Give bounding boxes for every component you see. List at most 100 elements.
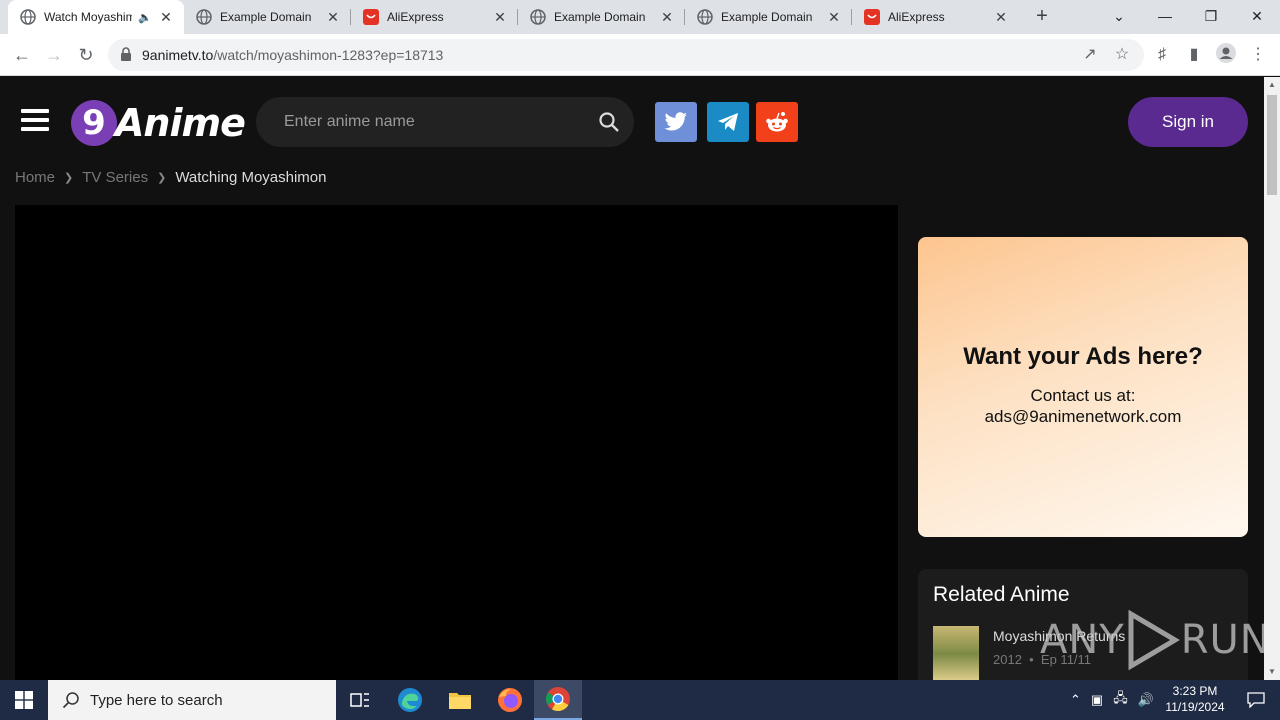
- tab-title: AliExpress: [387, 10, 444, 24]
- globe-icon: [196, 9, 212, 25]
- telegram-icon: [718, 113, 738, 131]
- network-icon[interactable]: 🖧: [1113, 689, 1128, 711]
- reload-icon[interactable]: ↻: [74, 43, 98, 67]
- audio-playing-icon[interactable]: 🔈: [138, 11, 152, 24]
- breadcrumb-home[interactable]: Home: [15, 169, 55, 186]
- ad-title: Want your Ads here?: [963, 343, 1203, 370]
- extensions-puzzle-icon[interactable]: ♯: [1150, 43, 1174, 67]
- tab-title: Example Domain: [220, 10, 312, 24]
- address-bar[interactable]: 9animetv.to/watch/moyashimon-1283?ep=187…: [108, 39, 1144, 71]
- tab-title: Example Domain: [721, 10, 813, 24]
- ad-contact-label: Contact us at:: [1030, 386, 1136, 405]
- url-path: /watch/moyashimon-1283?ep=18713: [213, 47, 444, 63]
- notifications-icon[interactable]: [1232, 680, 1280, 720]
- back-arrow-icon[interactable]: ←: [10, 43, 34, 67]
- globe-icon: [20, 9, 36, 25]
- play-triangle-icon: [1128, 610, 1180, 670]
- browser-menu-icon[interactable]: ⋮: [1246, 43, 1270, 67]
- reddit-button[interactable]: [756, 102, 798, 142]
- file-explorer-icon[interactable]: [436, 680, 484, 720]
- ad-banner[interactable]: Want your Ads here? Contact us at: ads@9a…: [918, 237, 1248, 537]
- search-icon[interactable]: [598, 111, 620, 133]
- taskbar-clock[interactable]: 3:23 PM 11/19/2024: [1160, 683, 1230, 715]
- scroll-up-arrow-icon[interactable]: ▲: [1264, 77, 1280, 93]
- aliexpress-favicon-icon: [864, 9, 880, 25]
- close-window-button[interactable]: ✕: [1234, 0, 1280, 34]
- close-tab-icon[interactable]: ✕: [993, 9, 1009, 26]
- edge-browser-icon[interactable]: [386, 680, 434, 720]
- tab-title: Watch Moyashimon: [44, 10, 133, 24]
- scrollbar-thumb[interactable]: [1267, 95, 1277, 195]
- system-tray: ⌃ ▣ 🖧 🔊: [1070, 680, 1154, 720]
- globe-icon: [530, 9, 546, 25]
- video-player[interactable]: [15, 205, 898, 680]
- logo-digit: 9: [71, 100, 117, 146]
- windows-start-button[interactable]: [0, 680, 48, 720]
- sign-in-button[interactable]: Sign in: [1128, 97, 1248, 147]
- browser-tab-strip: Watch Moyashimon 🔈 ✕ Example Domain ✕ Al…: [0, 0, 1280, 34]
- volume-icon[interactable]: 🔊: [1138, 692, 1154, 708]
- new-tab-button[interactable]: +: [1027, 0, 1057, 34]
- browser-toolbar: ← → ↻ 9animetv.to/watch/moyashimon-1283?…: [0, 34, 1280, 76]
- anime-search-box: [256, 97, 634, 147]
- reddit-icon: [766, 112, 788, 132]
- close-tab-icon[interactable]: ✕: [492, 9, 508, 26]
- tab-example-domain-2[interactable]: Example Domain ✕: [518, 0, 685, 34]
- breadcrumb-tv-series[interactable]: TV Series: [82, 169, 148, 186]
- task-view-icon[interactable]: [336, 680, 384, 720]
- ad-contact-email: ads@9animenetwork.com: [984, 407, 1182, 426]
- profile-avatar-icon[interactable]: [1214, 43, 1238, 67]
- twitter-button[interactable]: [655, 102, 697, 142]
- tab-watch-moyashimon[interactable]: Watch Moyashimon 🔈 ✕: [8, 0, 184, 34]
- close-tab-icon[interactable]: ✕: [325, 9, 341, 26]
- firefox-icon[interactable]: [486, 680, 534, 720]
- minimize-button[interactable]: —: [1142, 0, 1188, 34]
- device-icon[interactable]: ▣: [1091, 692, 1103, 708]
- tab-search-chevron-icon[interactable]: ⌄: [1096, 0, 1142, 34]
- chevron-right-icon: ❯: [64, 172, 74, 184]
- webpage: 9 Anime Sign in Home ❯ TV Series ❯ Watch…: [0, 77, 1264, 680]
- url-text: 9animetv.to/watch/moyashimon-1283?ep=187…: [142, 47, 443, 63]
- page-scrollbar[interactable]: ▲ ▼: [1264, 77, 1280, 680]
- telegram-button[interactable]: [707, 102, 749, 142]
- clock-time: 3:23 PM: [1172, 684, 1218, 698]
- close-tab-icon[interactable]: ✕: [158, 9, 174, 26]
- close-tab-icon[interactable]: ✕: [826, 9, 842, 26]
- url-host: 9animetv.to: [142, 47, 214, 63]
- ad-contact: Contact us at: ads@9animenetwork.com: [918, 385, 1248, 427]
- globe-icon: [697, 9, 713, 25]
- taskbar-search-box[interactable]: Type here to search: [48, 680, 336, 720]
- restore-button[interactable]: ❐: [1188, 0, 1234, 34]
- bookmark-star-icon[interactable]: ☆: [1110, 43, 1134, 67]
- tab-title: AliExpress: [888, 10, 945, 24]
- site-logo[interactable]: 9 Anime: [71, 99, 246, 147]
- aliexpress-favicon-icon: [363, 9, 379, 25]
- show-hidden-icons-chevron-icon[interactable]: ⌃: [1070, 692, 1081, 708]
- windows-logo-icon: [15, 691, 33, 709]
- tab-aliexpress-2[interactable]: AliExpress ✕: [852, 0, 1019, 34]
- anime-search-input[interactable]: [284, 111, 584, 133]
- windows-taskbar: Type here to search ⌃ ▣ 🖧 🔊 3:23 PM 11/1…: [0, 680, 1280, 720]
- close-tab-icon[interactable]: ✕: [659, 9, 675, 26]
- tab-aliexpress-1[interactable]: AliExpress ✕: [351, 0, 518, 34]
- related-anime-heading: Related Anime: [933, 583, 1070, 606]
- chrome-icon[interactable]: [534, 680, 582, 720]
- share-icon[interactable]: ↗: [1078, 43, 1102, 67]
- breadcrumb-current: Watching Moyashimon: [175, 169, 327, 186]
- scroll-down-arrow-icon[interactable]: ▼: [1264, 664, 1280, 680]
- tab-title: Example Domain: [554, 10, 646, 24]
- tab-example-domain-1[interactable]: Example Domain ✕: [184, 0, 351, 34]
- forward-arrow-icon[interactable]: →: [42, 43, 66, 67]
- anime-thumbnail[interactable]: [933, 626, 979, 680]
- logo-word: Anime: [115, 101, 246, 145]
- lock-icon: [121, 47, 131, 61]
- clock-date: 11/19/2024: [1165, 700, 1225, 714]
- chevron-right-icon: ❯: [157, 172, 167, 184]
- tab-example-domain-3[interactable]: Example Domain ✕: [685, 0, 852, 34]
- window-controls: ⌄ — ❐ ✕: [1096, 0, 1280, 34]
- hamburger-menu-icon[interactable]: [21, 109, 49, 131]
- breadcrumb: Home ❯ TV Series ❯ Watching Moyashimon: [15, 169, 326, 186]
- watermark-left: ANY: [1040, 617, 1125, 663]
- side-panel-icon[interactable]: ▮: [1182, 43, 1206, 67]
- twitter-icon: [664, 112, 687, 131]
